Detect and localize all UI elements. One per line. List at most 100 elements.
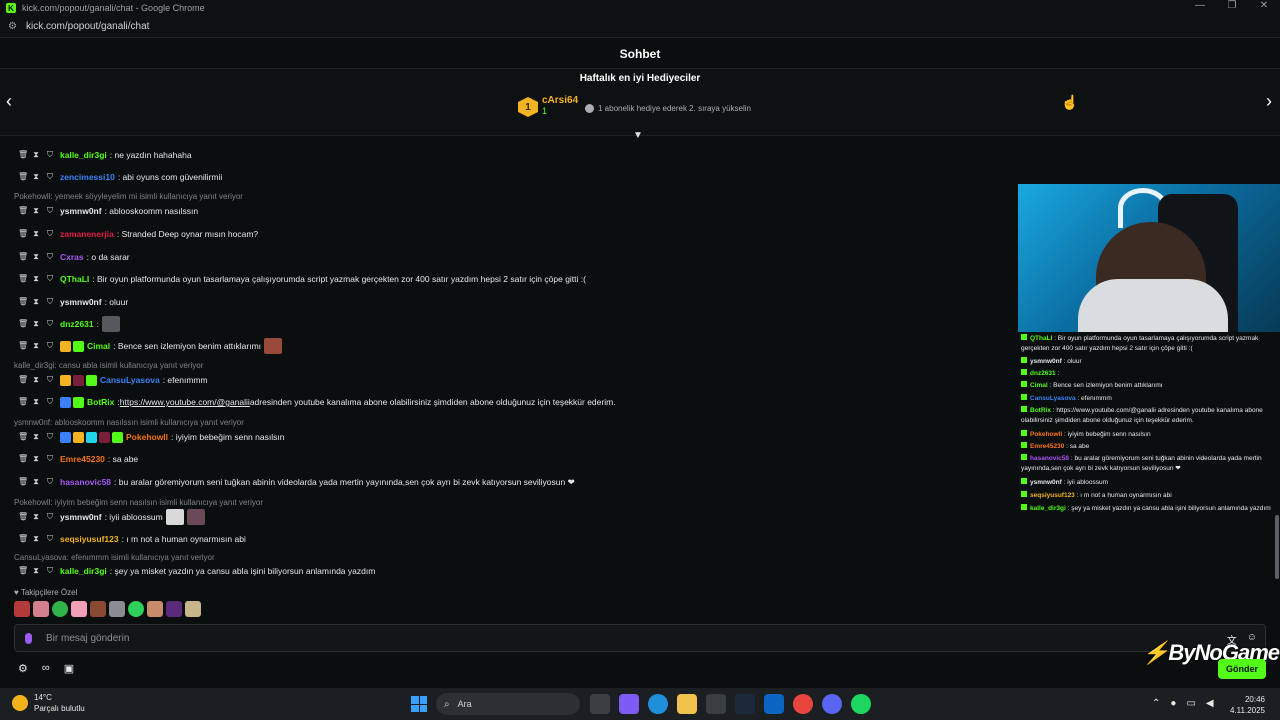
maximize-button[interactable]: ❐ bbox=[1216, 0, 1248, 11]
timeout-icon[interactable]: ⧗ bbox=[32, 150, 40, 160]
chat-scrollbar[interactable] bbox=[1275, 515, 1279, 579]
chat-emote[interactable] bbox=[165, 509, 184, 525]
delete-icon[interactable]: 🗑 bbox=[18, 172, 28, 182]
timeout-icon[interactable]: ⧗ bbox=[32, 375, 40, 385]
ban-icon[interactable]: ⛉ bbox=[46, 534, 54, 544]
emote-9[interactable] bbox=[166, 601, 182, 617]
url-text[interactable]: kick.com/popout/ganali/chat bbox=[26, 21, 149, 32]
delete-icon[interactable]: 🗑 bbox=[18, 375, 28, 385]
gift-button-icon[interactable]: ▣ bbox=[64, 662, 74, 675]
edge-icon[interactable] bbox=[648, 694, 668, 714]
chat-username[interactable]: zamanenerjia bbox=[60, 229, 114, 239]
taskbar-search[interactable]: ⌕ Ara bbox=[436, 693, 580, 715]
emote-2[interactable] bbox=[33, 601, 49, 617]
delete-icon[interactable]: 🗑 bbox=[18, 534, 28, 544]
ban-icon[interactable]: ⛉ bbox=[46, 297, 54, 307]
delete-icon[interactable]: 🗑 bbox=[18, 454, 28, 464]
timeout-icon[interactable]: ⧗ bbox=[32, 319, 40, 329]
chat-username[interactable]: dnz2631 bbox=[60, 319, 94, 329]
send-button[interactable]: Gönder bbox=[1218, 659, 1266, 679]
reply-context[interactable]: kalle_dir3gi: cansu abla isimli kullanıc… bbox=[14, 361, 203, 370]
delete-icon[interactable]: 🗑 bbox=[18, 229, 28, 239]
scroll-to-bottom-icon[interactable]: ▼ bbox=[633, 130, 643, 141]
spotify-icon[interactable] bbox=[851, 694, 871, 714]
timeout-icon[interactable]: ⧗ bbox=[32, 534, 40, 544]
delete-icon[interactable]: 🗑 bbox=[18, 274, 28, 284]
emote-6[interactable] bbox=[109, 601, 125, 617]
delete-icon[interactable]: 🗑 bbox=[18, 150, 28, 160]
chat-link[interactable]: https://www.youtube.com/@ganalii bbox=[120, 397, 250, 407]
chat-username[interactable]: Emre45230 bbox=[60, 454, 105, 464]
chat-username[interactable]: zencimessi10 bbox=[60, 172, 115, 182]
chat-emote[interactable] bbox=[101, 316, 120, 332]
chat-emote[interactable] bbox=[264, 338, 283, 354]
weather-widget[interactable]: 14°C Parçalı bulutlu bbox=[12, 692, 85, 714]
volume-icon[interactable]: ◀ bbox=[1206, 698, 1214, 709]
delete-icon[interactable]: 🗑 bbox=[18, 432, 28, 442]
ban-icon[interactable]: ⛉ bbox=[46, 150, 54, 160]
ban-icon[interactable]: ⛉ bbox=[46, 341, 54, 351]
ban-icon[interactable]: ⛉ bbox=[46, 566, 54, 576]
chat-username[interactable]: seqsiyusuf123 bbox=[60, 534, 119, 544]
emote-7[interactable] bbox=[128, 601, 144, 617]
link-icon[interactable]: ∞ bbox=[42, 662, 50, 675]
ban-icon[interactable]: ⛉ bbox=[46, 454, 54, 464]
chat-username[interactable]: ysmnw0nf bbox=[60, 512, 102, 522]
delete-icon[interactable]: 🗑 bbox=[18, 477, 28, 487]
ban-icon[interactable]: ⛉ bbox=[46, 274, 54, 284]
microphone-icon[interactable] bbox=[25, 632, 32, 644]
chat-input-box[interactable]: 文 ☺ bbox=[14, 624, 1266, 652]
timeout-icon[interactable]: ⧗ bbox=[32, 566, 40, 576]
reply-context[interactable]: Pokehowll: yemeek söyyleyelim mi isimli … bbox=[14, 192, 243, 201]
chevron-right-icon[interactable]: › bbox=[1266, 91, 1272, 112]
emote-5[interactable] bbox=[90, 601, 106, 617]
emote-1[interactable] bbox=[14, 601, 30, 617]
chat-username[interactable]: ysmnw0nf bbox=[60, 206, 102, 216]
emote-4[interactable] bbox=[71, 601, 87, 617]
ban-icon[interactable]: ⛉ bbox=[46, 319, 54, 329]
ban-icon[interactable]: ⛉ bbox=[46, 206, 54, 216]
close-button[interactable]: ✕ bbox=[1248, 0, 1280, 11]
chat-username[interactable]: hasanovic58 bbox=[60, 477, 111, 487]
ban-icon[interactable]: ⛉ bbox=[46, 397, 54, 407]
chat-username[interactable]: QThaLI bbox=[60, 274, 89, 284]
copilot-icon[interactable] bbox=[619, 694, 639, 714]
delete-icon[interactable]: 🗑 bbox=[18, 252, 28, 262]
display-icon[interactable]: ▭ bbox=[1186, 698, 1195, 709]
ban-icon[interactable]: ⛉ bbox=[46, 432, 54, 442]
ban-icon[interactable]: ⛉ bbox=[46, 375, 54, 385]
delete-icon[interactable]: 🗑 bbox=[18, 297, 28, 307]
mic-tray-icon[interactable]: ● bbox=[1170, 698, 1176, 709]
chat-emote[interactable] bbox=[186, 509, 205, 525]
reply-context[interactable]: Pokehowll: iyiyim bebeğim senn nasılsın … bbox=[14, 498, 263, 507]
task-view-icon[interactable] bbox=[590, 694, 610, 714]
outlook-icon[interactable] bbox=[764, 694, 784, 714]
store-icon[interactable] bbox=[706, 694, 726, 714]
discord-icon[interactable] bbox=[822, 694, 842, 714]
steam-icon[interactable] bbox=[735, 694, 755, 714]
tray-chevron-icon[interactable]: ⌃ bbox=[1152, 698, 1160, 709]
timeout-icon[interactable]: ⧗ bbox=[32, 229, 40, 239]
timeout-icon[interactable]: ⧗ bbox=[32, 432, 40, 442]
address-bar[interactable]: ⚙ kick.com/popout/ganali/chat bbox=[0, 16, 1280, 38]
delete-icon[interactable]: 🗑 bbox=[18, 206, 28, 216]
minimize-button[interactable]: — bbox=[1184, 0, 1216, 11]
ban-icon[interactable]: ⛉ bbox=[46, 512, 54, 522]
reply-context[interactable]: ysmnw0nf: ablooskoomm nasılssın isimli k… bbox=[14, 418, 244, 427]
timeout-icon[interactable]: ⧗ bbox=[32, 297, 40, 307]
top-gifter[interactable]: 1 cArsi64 1 bbox=[518, 95, 578, 117]
reply-context[interactable]: CansuLyasova: efenımmm isimli kullanıcıy… bbox=[14, 553, 215, 562]
ban-icon[interactable]: ⛉ bbox=[46, 477, 54, 487]
delete-icon[interactable]: 🗑 bbox=[18, 397, 28, 407]
timeout-icon[interactable]: ⧗ bbox=[32, 172, 40, 182]
delete-icon[interactable]: 🗑 bbox=[18, 341, 28, 351]
message-input[interactable] bbox=[46, 632, 846, 644]
delete-icon[interactable]: 🗑 bbox=[18, 512, 28, 522]
timeout-icon[interactable]: ⧗ bbox=[32, 252, 40, 262]
chat-username[interactable]: kalle_dir3gi bbox=[60, 150, 107, 160]
ban-icon[interactable]: ⛉ bbox=[46, 172, 54, 182]
ban-icon[interactable]: ⛉ bbox=[46, 229, 54, 239]
timeout-icon[interactable]: ⧗ bbox=[32, 477, 40, 487]
chat-username[interactable]: BotRix bbox=[87, 397, 114, 407]
top-gifter-name[interactable]: cArsi64 bbox=[542, 95, 578, 106]
